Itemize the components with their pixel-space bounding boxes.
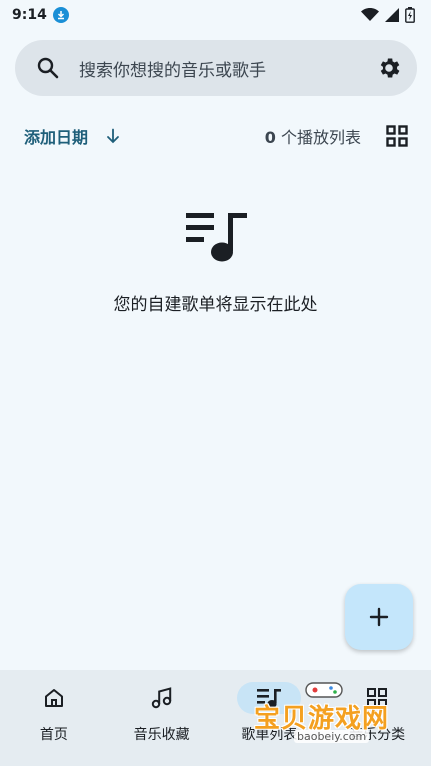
playlist-count-suffix: 个播放列表 <box>275 128 361 147</box>
playlist-count: 0 个播放列表 <box>265 124 361 148</box>
nav-icon-wrap <box>130 682 194 714</box>
gear-icon[interactable] <box>375 54 403 82</box>
nav-item-categories[interactable]: 音乐分类 <box>323 670 431 766</box>
sort-row: 添加日期 0 个播放列表 <box>0 118 431 154</box>
status-time: 9:14 <box>12 7 47 23</box>
empty-message: 您的自建歌单将显示在此处 <box>113 295 318 315</box>
status-left: 9:14 <box>12 7 69 23</box>
nav-label: 首页 <box>39 727 68 743</box>
signal-icon <box>385 8 399 22</box>
playlist-music-icon <box>185 213 247 262</box>
playlist-icon <box>257 689 282 708</box>
nav-icon-wrap <box>22 682 86 714</box>
grid-view-icon[interactable] <box>385 124 409 148</box>
search-input[interactable]: 搜索你想搜的音乐或歌手 <box>79 56 375 81</box>
nav-icon-wrap-active <box>237 682 302 714</box>
plus-icon <box>369 607 389 627</box>
battery-icon <box>405 7 415 23</box>
bottom-nav: 首页 音乐收藏 歌单列表 音乐分类 <box>0 670 431 766</box>
wifi-icon <box>361 8 379 21</box>
category-grid-icon <box>367 688 388 708</box>
sort-by-date-button[interactable]: 添加日期 <box>24 124 88 148</box>
playlist-count-number: 0 <box>264 128 276 147</box>
nav-label: 歌单列表 <box>241 727 298 743</box>
search-icon[interactable] <box>35 55 61 81</box>
arrow-down-icon[interactable] <box>104 127 122 145</box>
nav-label: 音乐分类 <box>349 727 406 743</box>
nav-icon-wrap <box>345 682 409 714</box>
nav-label: 音乐收藏 <box>133 727 190 743</box>
nav-item-playlists[interactable]: 歌单列表 <box>216 670 324 766</box>
status-bar: 9:14 <box>0 0 431 30</box>
nav-item-favorites[interactable]: 音乐收藏 <box>108 670 216 766</box>
download-icon <box>52 7 69 23</box>
empty-state: 您的自建歌单将显示在此处 <box>0 210 431 315</box>
search-bar[interactable]: 搜索你想搜的音乐或歌手 <box>15 40 417 96</box>
add-playlist-button[interactable] <box>345 584 413 650</box>
home-icon <box>44 689 63 707</box>
status-right <box>361 7 415 23</box>
music-note-icon <box>151 687 171 709</box>
nav-item-home[interactable]: 首页 <box>0 670 108 766</box>
